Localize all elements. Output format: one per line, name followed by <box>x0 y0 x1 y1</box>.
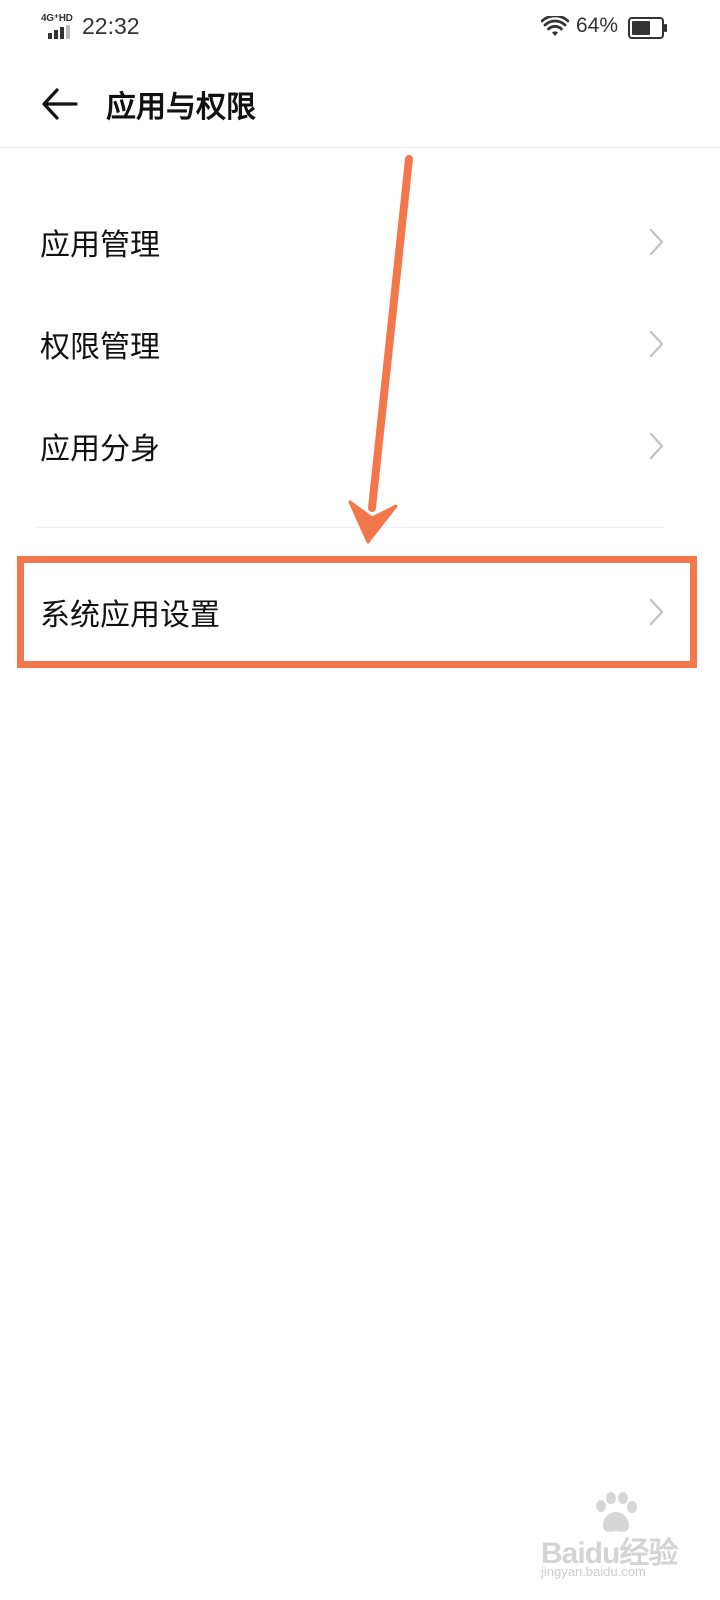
back-button[interactable] <box>36 80 84 128</box>
battery-fill <box>632 21 650 35</box>
battery-percent: 64% <box>576 14 619 37</box>
menu-item-label: 应用分身 <box>40 432 160 467</box>
chevron-right-icon <box>649 228 664 256</box>
chevron-right-icon <box>649 598 664 626</box>
network-type-label: 4G⁺HD <box>41 13 73 24</box>
menu-item-permission-management[interactable]: 权限管理 <box>0 294 720 394</box>
chevron-right-icon <box>649 330 664 358</box>
menu-item-label: 系统应用设置 <box>40 598 220 633</box>
menu-item-system-app-settings[interactable]: 系统应用设置 <box>0 562 720 662</box>
status-time: 22:32 <box>82 13 140 39</box>
app-header: 应用与权限 <box>0 56 720 148</box>
menu-item-app-management[interactable]: 应用管理 <box>0 192 720 292</box>
status-bar: 4G⁺HD 22:32 64% <box>0 0 720 56</box>
section-divider <box>36 527 664 528</box>
page-title: 应用与权限 <box>106 90 256 125</box>
chevron-right-icon <box>649 432 664 460</box>
baidu-jingyan-watermark: Baidu经验 jingyan.baidu.com <box>541 1492 691 1582</box>
battery-icon <box>628 17 667 39</box>
menu-item-label: 应用管理 <box>40 228 160 263</box>
arrow-left-icon <box>42 88 78 120</box>
header-divider <box>0 147 720 148</box>
watermark-url: jingyan.baidu.com <box>541 1564 646 1579</box>
wifi-icon <box>541 16 569 36</box>
signal-strength-icon <box>48 25 70 39</box>
menu-item-app-clone[interactable]: 应用分身 <box>0 396 720 496</box>
menu-item-label: 权限管理 <box>40 330 160 365</box>
